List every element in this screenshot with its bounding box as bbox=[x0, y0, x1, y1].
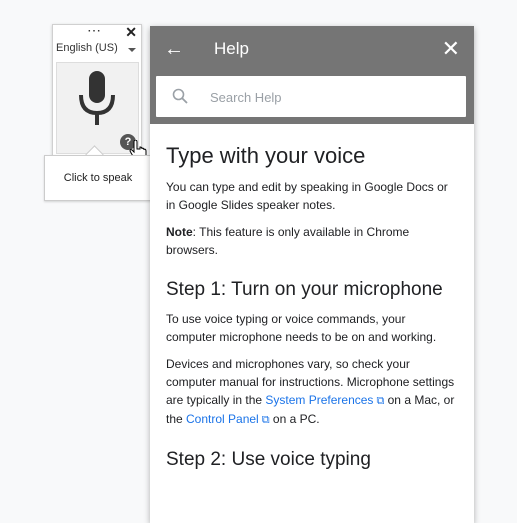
more-options-icon[interactable]: ⋯ bbox=[87, 22, 101, 39]
step2-heading: Step 2: Use voice typing bbox=[166, 449, 371, 470]
help-article: Type with your voice You can type and ed… bbox=[150, 124, 474, 472]
control-panel-label: Control Panel bbox=[186, 412, 259, 426]
search-icon bbox=[172, 88, 188, 104]
chevron-down-icon bbox=[128, 48, 136, 52]
help-panel: ← Help ✕ Type with your voice You can ty… bbox=[150, 26, 474, 523]
step1-heading: Step 1: Turn on your microphone bbox=[166, 279, 443, 300]
step1-paragraph-1: To use voice typing or voice commands, y… bbox=[166, 312, 437, 344]
widget-toolbar: ⋯ ✕ bbox=[53, 22, 141, 43]
click-to-speak-tooltip: Click to speak bbox=[44, 155, 152, 201]
article-heading: Type with your voice bbox=[166, 143, 366, 168]
back-arrow-icon[interactable]: ← bbox=[164, 38, 184, 61]
system-preferences-link[interactable]: System Preferences ⧉ bbox=[265, 393, 384, 407]
step1-text-c: on a PC. bbox=[269, 412, 320, 426]
help-header: ← Help ✕ bbox=[150, 26, 474, 124]
widget-close-icon[interactable]: ✕ bbox=[125, 24, 137, 41]
control-panel-link[interactable]: Control Panel ⧉ bbox=[186, 412, 270, 426]
note-label: Note bbox=[166, 225, 193, 239]
note-text: : This feature is only available in Chro… bbox=[166, 225, 410, 257]
external-link-icon: ⧉ bbox=[261, 414, 270, 426]
close-icon[interactable]: ✕ bbox=[442, 36, 460, 62]
language-select[interactable]: English (US) bbox=[56, 42, 138, 58]
microphone-icon bbox=[79, 71, 115, 125]
article-note: Note: This feature is only available in … bbox=[166, 223, 458, 259]
help-title: Help bbox=[214, 39, 249, 58]
search-box bbox=[156, 76, 466, 117]
search-input[interactable] bbox=[208, 86, 452, 108]
article-intro: You can type and edit by speaking in Goo… bbox=[166, 180, 448, 212]
step1-paragraph-2: Devices and microphones vary, so check y… bbox=[166, 355, 458, 429]
language-label: English (US) bbox=[56, 42, 118, 54]
system-preferences-label: System Preferences bbox=[265, 393, 374, 407]
